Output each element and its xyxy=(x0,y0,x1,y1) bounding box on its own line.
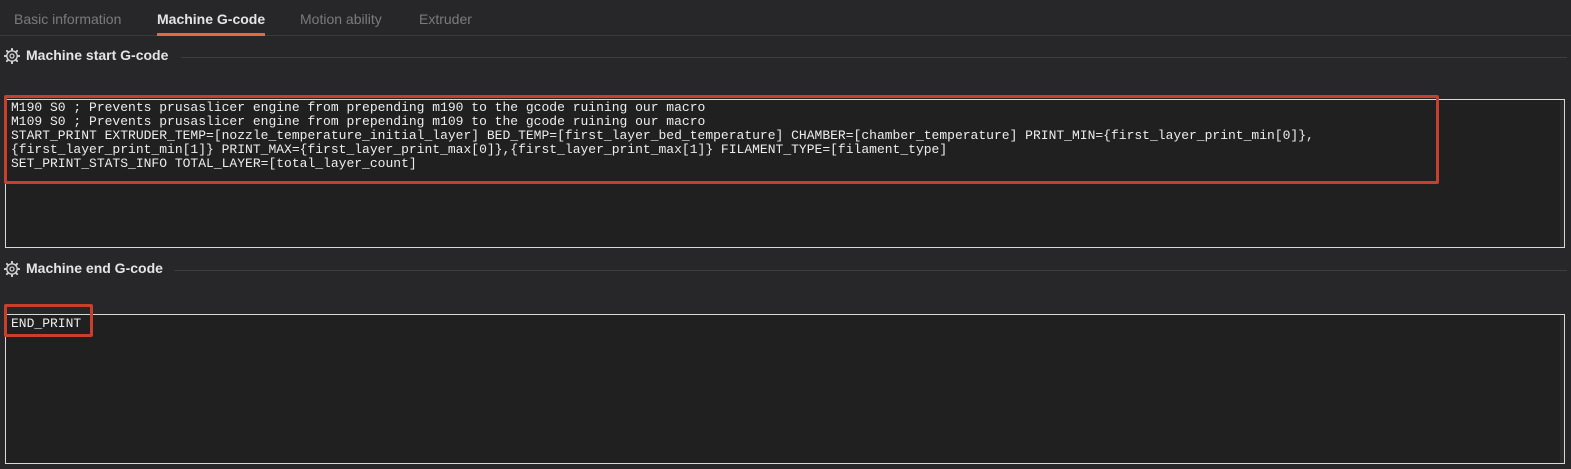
tab-basic-information[interactable]: Basic information xyxy=(14,11,121,35)
section-title: Machine start G-code xyxy=(26,47,169,63)
start-gcode-editor[interactable]: M190 S0 ; Prevents prusaslicer engine fr… xyxy=(5,99,1565,248)
editor-scrollbar[interactable] xyxy=(1560,315,1564,463)
section-divider xyxy=(174,270,1567,271)
code-line: SET_PRINT_STATS_INFO TOTAL_LAYER=[total_… xyxy=(11,156,417,171)
tab-label: Extruder xyxy=(419,11,472,27)
code-line: END_PRINT xyxy=(11,316,82,331)
editor-scrollbar[interactable] xyxy=(1560,100,1564,247)
tab-machine-gcode[interactable]: Machine G-code xyxy=(157,11,266,36)
section-header-end-gcode: Machine end G-code xyxy=(0,259,1571,279)
code-line: M190 S0 ; Prevents prusaslicer engine fr… xyxy=(11,100,706,115)
tab-motion-ability[interactable]: Motion ability xyxy=(300,11,382,35)
tab-label: Basic information xyxy=(14,11,122,27)
code-line: START_PRINT EXTRUDER_TEMP=[nozzle_temper… xyxy=(11,128,1314,143)
active-tab-indicator xyxy=(157,33,266,36)
end-gcode-editor[interactable]: END_PRINT xyxy=(5,314,1565,464)
tab-label: Machine G-code xyxy=(157,11,266,27)
printer-settings-panel: Basic information Machine G-code Motion … xyxy=(0,0,1571,469)
start-gcode-text: M190 S0 ; Prevents prusaslicer engine fr… xyxy=(11,100,1314,171)
code-line: {first_layer_print_min[1]} PRINT_MAX={fi… xyxy=(11,142,948,157)
section-title: Machine end G-code xyxy=(26,260,163,276)
section-header-start-gcode: Machine start G-code xyxy=(0,46,1571,66)
gear-icon xyxy=(4,261,20,277)
section-divider xyxy=(181,57,1567,58)
tab-label: Motion ability xyxy=(300,11,382,27)
tab-extruder[interactable]: Extruder xyxy=(419,11,472,35)
tab-bar: Basic information Machine G-code Motion … xyxy=(0,0,1571,36)
gear-icon xyxy=(4,48,20,64)
code-line: M109 S0 ; Prevents prusaslicer engine fr… xyxy=(11,114,706,129)
end-gcode-text: END_PRINT xyxy=(11,315,81,331)
